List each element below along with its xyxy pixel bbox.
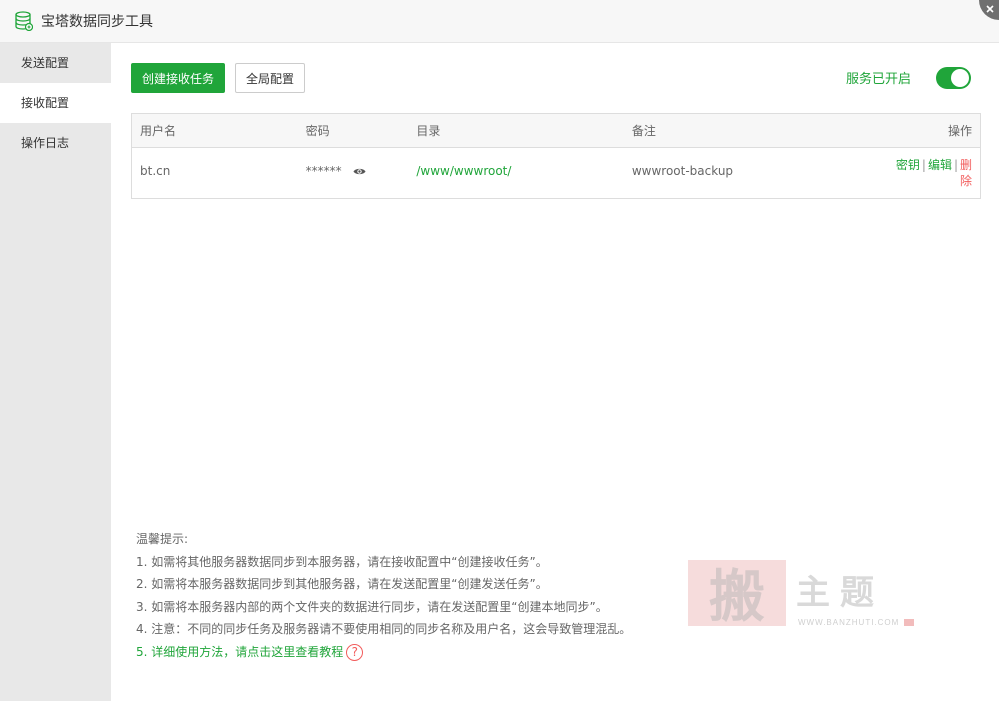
watermark-title: 主题 <box>796 573 884 613</box>
delete-action-link[interactable]: 删除 <box>960 157 972 189</box>
tip-item: 2. 如需将本服务器数据同步到其他服务器，请在发送配置里“创建发送任务”。 <box>136 577 548 591</box>
header-username: 用户名 <box>140 123 177 138</box>
title-bar: 宝塔数据同步工具 <box>0 0 999 43</box>
tip-item-number: 5. <box>136 644 148 659</box>
key-action-link[interactable]: 密钥 <box>896 158 920 172</box>
watermark-url: WWW.BANZHUTI.COM <box>798 618 899 627</box>
sidebar: 发送配置 接收配置 操作日志 <box>0 43 111 701</box>
create-receive-task-button[interactable]: 创建接收任务 <box>131 63 225 93</box>
directory-link[interactable]: /www/wwwroot/ <box>416 164 511 178</box>
tip-item: 4. 注意：不同的同步任务及服务器请不要使用相同的同步名称及用户名，这会导致管理… <box>136 622 632 636</box>
toggle-knob <box>951 69 969 87</box>
sidebar-item-send-config[interactable]: 发送配置 <box>0 43 111 83</box>
main-panel: 创建接收任务 全局配置 服务已开启 用户名 密码 目录 备注 操作 bt.cn … <box>111 43 999 701</box>
password-mask: ****** <box>305 164 342 178</box>
close-icon[interactable] <box>973 0 999 26</box>
service-status-label: 服务已开启 <box>845 72 911 87</box>
cell-username: bt.cn <box>140 164 171 178</box>
tips-section: 温馨提示: 1. 如需将其他服务器数据同步到本服务器，请在接收配置中“创建接收任… <box>136 528 631 663</box>
tips-heading: 温馨提示: <box>136 532 189 546</box>
receive-task-table: 用户名 密码 目录 备注 操作 bt.cn ****** /www/wwwroo… <box>131 113 981 199</box>
watermark-char: 搬 <box>709 564 765 630</box>
edit-action-link[interactable]: 编辑 <box>928 158 952 172</box>
global-config-button[interactable]: 全局配置 <box>235 63 305 93</box>
cell-password: ****** <box>298 157 409 185</box>
header-directory: 目录 <box>416 123 441 138</box>
cell-actions: 密钥 | 编辑 | 删除 <box>823 157 980 189</box>
header-actions: 操作 <box>947 123 972 138</box>
eye-icon[interactable] <box>353 167 366 176</box>
tip-item: 3. 如需将本服务器内部的两个文件夹的数据进行同步，请在发送配置里“创建本地同步… <box>136 599 608 614</box>
database-icon <box>15 11 33 31</box>
tip-item: 1. 如需将其他服务器数据同步到本服务器，请在接收配置中“创建接收任务”。 <box>136 554 548 569</box>
banzhuti-watermark: 搬 主题 WWW.BANZHUTI.COM <box>688 560 914 630</box>
action-separator: | <box>953 158 958 172</box>
header-note: 备注 <box>631 123 656 138</box>
header-password: 密码 <box>305 123 330 138</box>
help-circle-icon[interactable]: ? <box>346 643 364 661</box>
service-toggle[interactable] <box>936 67 971 89</box>
window-title: 宝塔数据同步工具 <box>41 14 153 30</box>
sidebar-item-operation-log[interactable]: 操作日志 <box>0 123 111 163</box>
sidebar-item-receive-config[interactable]: 接收配置 <box>0 83 111 123</box>
cell-directory: /www/wwwroot/ <box>408 157 623 185</box>
action-separator: | <box>921 158 926 172</box>
cell-note: wwwroot-backup <box>631 164 734 178</box>
tutorial-link[interactable]: 详细使用方法，请点击这里查看教程 <box>151 645 343 659</box>
table-header: 用户名 密码 目录 备注 操作 <box>132 114 980 148</box>
table-row: bt.cn ****** /www/wwwroot/ wwwroot-backu… <box>132 148 980 198</box>
tip-item: 5. 详细使用方法，请点击这里查看教程? <box>136 641 631 664</box>
